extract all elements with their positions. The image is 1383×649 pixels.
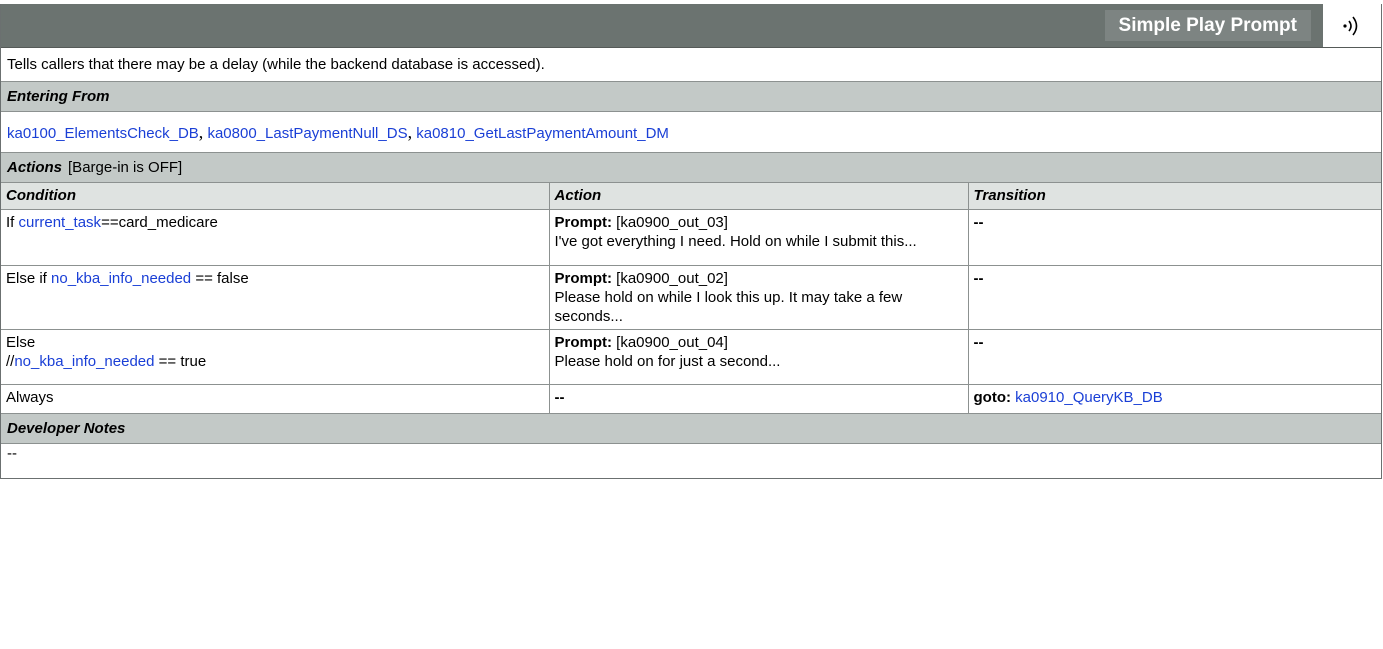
actions-heading: Actions [Barge-in is OFF] [1, 153, 1381, 183]
column-header-action: Action [548, 183, 969, 210]
table-row: If current_task==card_medicare Prompt: [… [1, 209, 1381, 266]
prompt-text: Please hold on while I look this up. It … [554, 289, 903, 325]
description: Tells callers that there may be a delay … [1, 48, 1381, 82]
prompt-text: Please hold on for just a second... [554, 353, 781, 370]
transition-cell: goto: ka0910_QueryKB_DB [967, 384, 1381, 414]
separator: , [407, 122, 413, 142]
actions-table: Condition Action Transition If current_t… [1, 183, 1381, 414]
prompt-id: [ka0900_out_04] [616, 334, 728, 351]
transition-cell: -- [967, 265, 1381, 330]
condition-cell: Always [1, 384, 550, 414]
entering-from-links: ka0100_ElementsCheck_DB, ka0800_LastPaym… [1, 112, 1381, 153]
page-title: Simple Play Prompt [1104, 10, 1311, 41]
prompt-label: Prompt: [554, 334, 613, 351]
prompt-label: Prompt: [554, 214, 613, 231]
column-header-transition: Transition [967, 183, 1381, 210]
developer-notes-body: -- [1, 444, 1381, 479]
condition-link[interactable]: no_kba_info_needed [51, 270, 191, 287]
goto-label: goto: [973, 389, 1011, 406]
condition-cell: Else if no_kba_info_needed == false [1, 265, 550, 330]
prompt-spec-document: Simple Play Prompt Tells callers that th… [0, 4, 1382, 479]
action-cell: Prompt: [ka0900_out_02] Please hold on wh… [548, 265, 969, 330]
table-row: Else if no_kba_info_needed == false Prom… [1, 265, 1381, 330]
condition-cell: Else//no_kba_info_needed == true [1, 329, 550, 385]
transition-cell: -- [967, 209, 1381, 266]
table-row: Else//no_kba_info_needed == true Prompt:… [1, 329, 1381, 385]
entering-link-0[interactable]: ka0100_ElementsCheck_DB [7, 125, 199, 142]
table-header-row: Condition Action Transition [1, 183, 1381, 210]
action-cell: Prompt: [ka0900_out_04] Please hold on fo… [548, 329, 969, 385]
transition-link[interactable]: ka0910_QueryKB_DB [1015, 389, 1163, 406]
entering-from-heading: Entering From [1, 82, 1381, 112]
speaker-icon [1343, 16, 1358, 35]
transition-cell: -- [967, 329, 1381, 385]
barge-in-note: [Barge-in is OFF] [68, 159, 183, 176]
action-cell: -- [548, 384, 969, 414]
prompt-id: [ka0900_out_03] [616, 214, 728, 231]
condition-cell: If current_task==card_medicare [1, 209, 550, 266]
prompt-id: [ka0900_out_02] [616, 270, 728, 287]
table-row: Always -- goto: ka0910_QueryKB_DB [1, 384, 1381, 414]
header-bar: Simple Play Prompt [1, 4, 1381, 48]
speaker-icon-box [1317, 4, 1381, 47]
actions-title: Actions [7, 159, 63, 176]
condition-link[interactable]: no_kba_info_needed [14, 353, 154, 370]
condition-link[interactable]: current_task [19, 214, 102, 231]
entering-link-2[interactable]: ka0810_GetLastPaymentAmount_DM [416, 125, 669, 142]
prompt-text: I've got everything I need. Hold on whil… [554, 233, 917, 250]
action-cell: Prompt: [ka0900_out_03] I've got everythi… [548, 209, 969, 266]
entering-link-1[interactable]: ka0800_LastPaymentNull_DS [207, 125, 407, 142]
prompt-label: Prompt: [554, 270, 613, 287]
separator: , [198, 122, 204, 142]
developer-notes-heading: Developer Notes [1, 414, 1381, 444]
column-header-condition: Condition [1, 183, 550, 210]
